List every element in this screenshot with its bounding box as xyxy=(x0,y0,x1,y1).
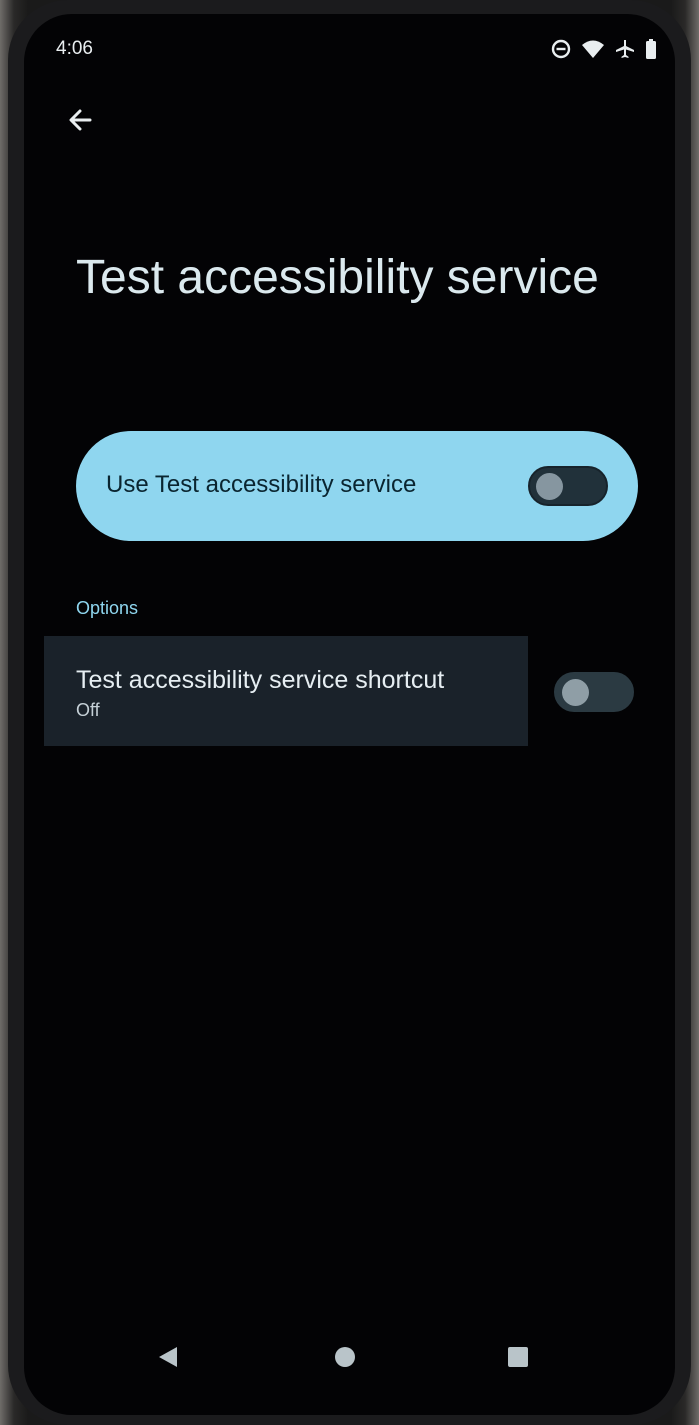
status-time: 4:06 xyxy=(56,38,93,59)
status-icons xyxy=(551,39,657,59)
screen: 4:06 Test accessibility service Use Test… xyxy=(24,14,675,1415)
navigation-bar xyxy=(24,1339,675,1379)
shortcut-option-row[interactable]: Test accessibility service shortcut Off xyxy=(44,636,528,746)
shortcut-toggle-switch[interactable] xyxy=(554,672,634,712)
shortcut-option-summary: Off xyxy=(76,700,100,720)
nav-home-icon[interactable] xyxy=(335,1347,355,1367)
main-toggle-switch[interactable] xyxy=(528,466,608,506)
main-toggle-label: Use Test accessibility service xyxy=(106,471,417,498)
airplane-mode-icon xyxy=(615,39,635,59)
page-title: Test accessibility service xyxy=(76,251,599,304)
do-not-disturb-icon xyxy=(551,39,571,59)
switch-knob xyxy=(562,679,589,706)
battery-icon xyxy=(645,39,657,59)
nav-back-icon[interactable] xyxy=(157,1345,179,1374)
back-button[interactable] xyxy=(60,100,100,140)
options-section-header: Options xyxy=(76,598,139,618)
wifi-icon xyxy=(581,39,605,59)
nav-recents-icon[interactable] xyxy=(508,1347,528,1367)
switch-knob xyxy=(536,473,563,500)
main-toggle-card[interactable]: Use Test accessibility service xyxy=(76,431,638,541)
shortcut-option-title: Test accessibility service shortcut xyxy=(76,666,445,694)
arrow-back-icon xyxy=(60,109,100,144)
